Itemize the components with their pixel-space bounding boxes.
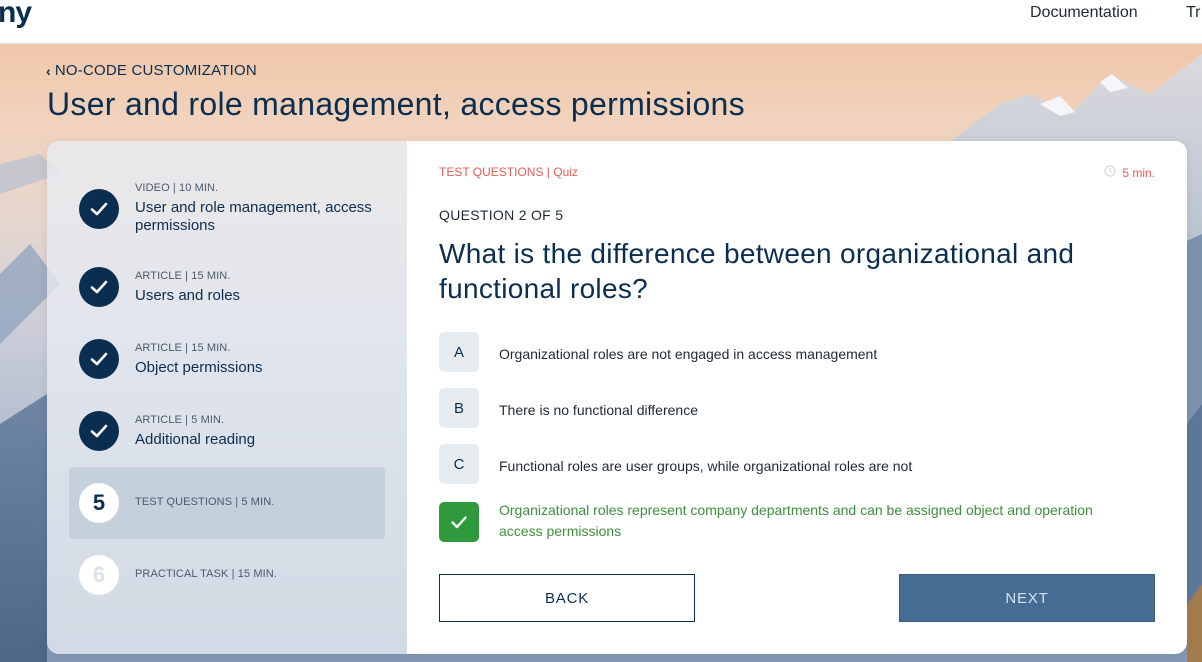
step-meta: ARTICLE | 5 MIN. <box>135 414 225 426</box>
check-icon <box>79 339 119 379</box>
nav-link-documentation[interactable]: Documentation <box>1030 4 1138 22</box>
step-meta: ARTICLE | 15 MIN. <box>135 270 231 282</box>
top-navigation: ny Documentation Tr <box>0 0 1202 44</box>
answer-option-b[interactable]: B There is no functional difference <box>439 388 1139 430</box>
option-letter: C <box>439 444 479 484</box>
step-meta: PRACTICAL TASK | 15 MIN. <box>135 568 277 580</box>
sidebar-step-5[interactable]: 5 TEST QUESTIONS | 5 MIN. <box>69 467 385 539</box>
breadcrumb-label: NO-CODE CUSTOMIZATION <box>54 62 257 79</box>
check-icon <box>439 502 479 542</box>
quiz-panel: TEST QUESTIONS | Quiz 5 min. QUESTION 2 … <box>407 141 1187 654</box>
next-button[interactable]: NEXT <box>899 574 1155 622</box>
step-title: Additional reading <box>135 431 256 448</box>
step-title: Users and roles <box>135 287 241 304</box>
step-title: Object permissions <box>135 359 263 376</box>
sidebar-step-3[interactable]: ARTICLE | 15 MIN. Object permissions <box>69 323 385 395</box>
quiz-label: TEST QUESTIONS | Quiz <box>439 165 578 179</box>
lesson-sidebar: VIDEO | 10 MIN. User and role management… <box>47 141 407 654</box>
step-number: 6 <box>79 555 119 595</box>
page-title: User and role management, access permiss… <box>47 86 745 122</box>
check-icon <box>79 189 119 229</box>
nav-link-training[interactable]: Tr <box>1186 4 1201 22</box>
option-text: Organizational roles represent company d… <box>499 502 1093 539</box>
chevron-left-icon: ‹ <box>46 62 51 79</box>
answer-option-c[interactable]: C Functional roles are user groups, whil… <box>439 444 1139 486</box>
option-text: There is no functional difference <box>499 402 698 418</box>
answer-option-a[interactable]: A Organizational roles are not engaged i… <box>439 332 1139 374</box>
duration: 5 min. <box>1104 165 1155 180</box>
answer-option-d[interactable]: Organizational roles represent company d… <box>439 502 1139 544</box>
clock-icon <box>1104 165 1116 180</box>
question-counter: QUESTION 2 OF 5 <box>439 207 564 223</box>
course-card: VIDEO | 10 MIN. User and role management… <box>47 141 1187 654</box>
back-button[interactable]: BACK <box>439 574 695 622</box>
sidebar-step-4[interactable]: ARTICLE | 5 MIN. Additional reading <box>69 395 385 467</box>
step-meta: VIDEO | 10 MIN. <box>135 182 219 194</box>
step-number: 5 <box>79 483 119 523</box>
option-text: Organizational roles are not engaged in … <box>499 346 878 362</box>
option-text: Functional roles are user groups, while … <box>499 458 913 474</box>
option-letter: A <box>439 332 479 372</box>
option-letter: B <box>439 388 479 428</box>
breadcrumb[interactable]: ‹ NO-CODE CUSTOMIZATION <box>46 62 257 79</box>
check-icon <box>79 267 119 307</box>
sidebar-step-2[interactable]: ARTICLE | 15 MIN. Users and roles <box>69 251 385 323</box>
step-meta: TEST QUESTIONS | 5 MIN. <box>135 496 275 508</box>
duration-label: 5 min. <box>1122 165 1155 180</box>
step-meta: ARTICLE | 15 MIN. <box>135 342 231 354</box>
question-text: What is the difference between organizat… <box>439 238 1075 304</box>
sidebar-step-1[interactable]: VIDEO | 10 MIN. User and role management… <box>69 173 385 245</box>
sidebar-step-6[interactable]: 6 PRACTICAL TASK | 15 MIN. <box>69 539 385 611</box>
check-icon <box>79 411 119 451</box>
site-logo[interactable]: ny <box>0 0 32 30</box>
step-title: User and role management, access permiss… <box>135 199 372 234</box>
